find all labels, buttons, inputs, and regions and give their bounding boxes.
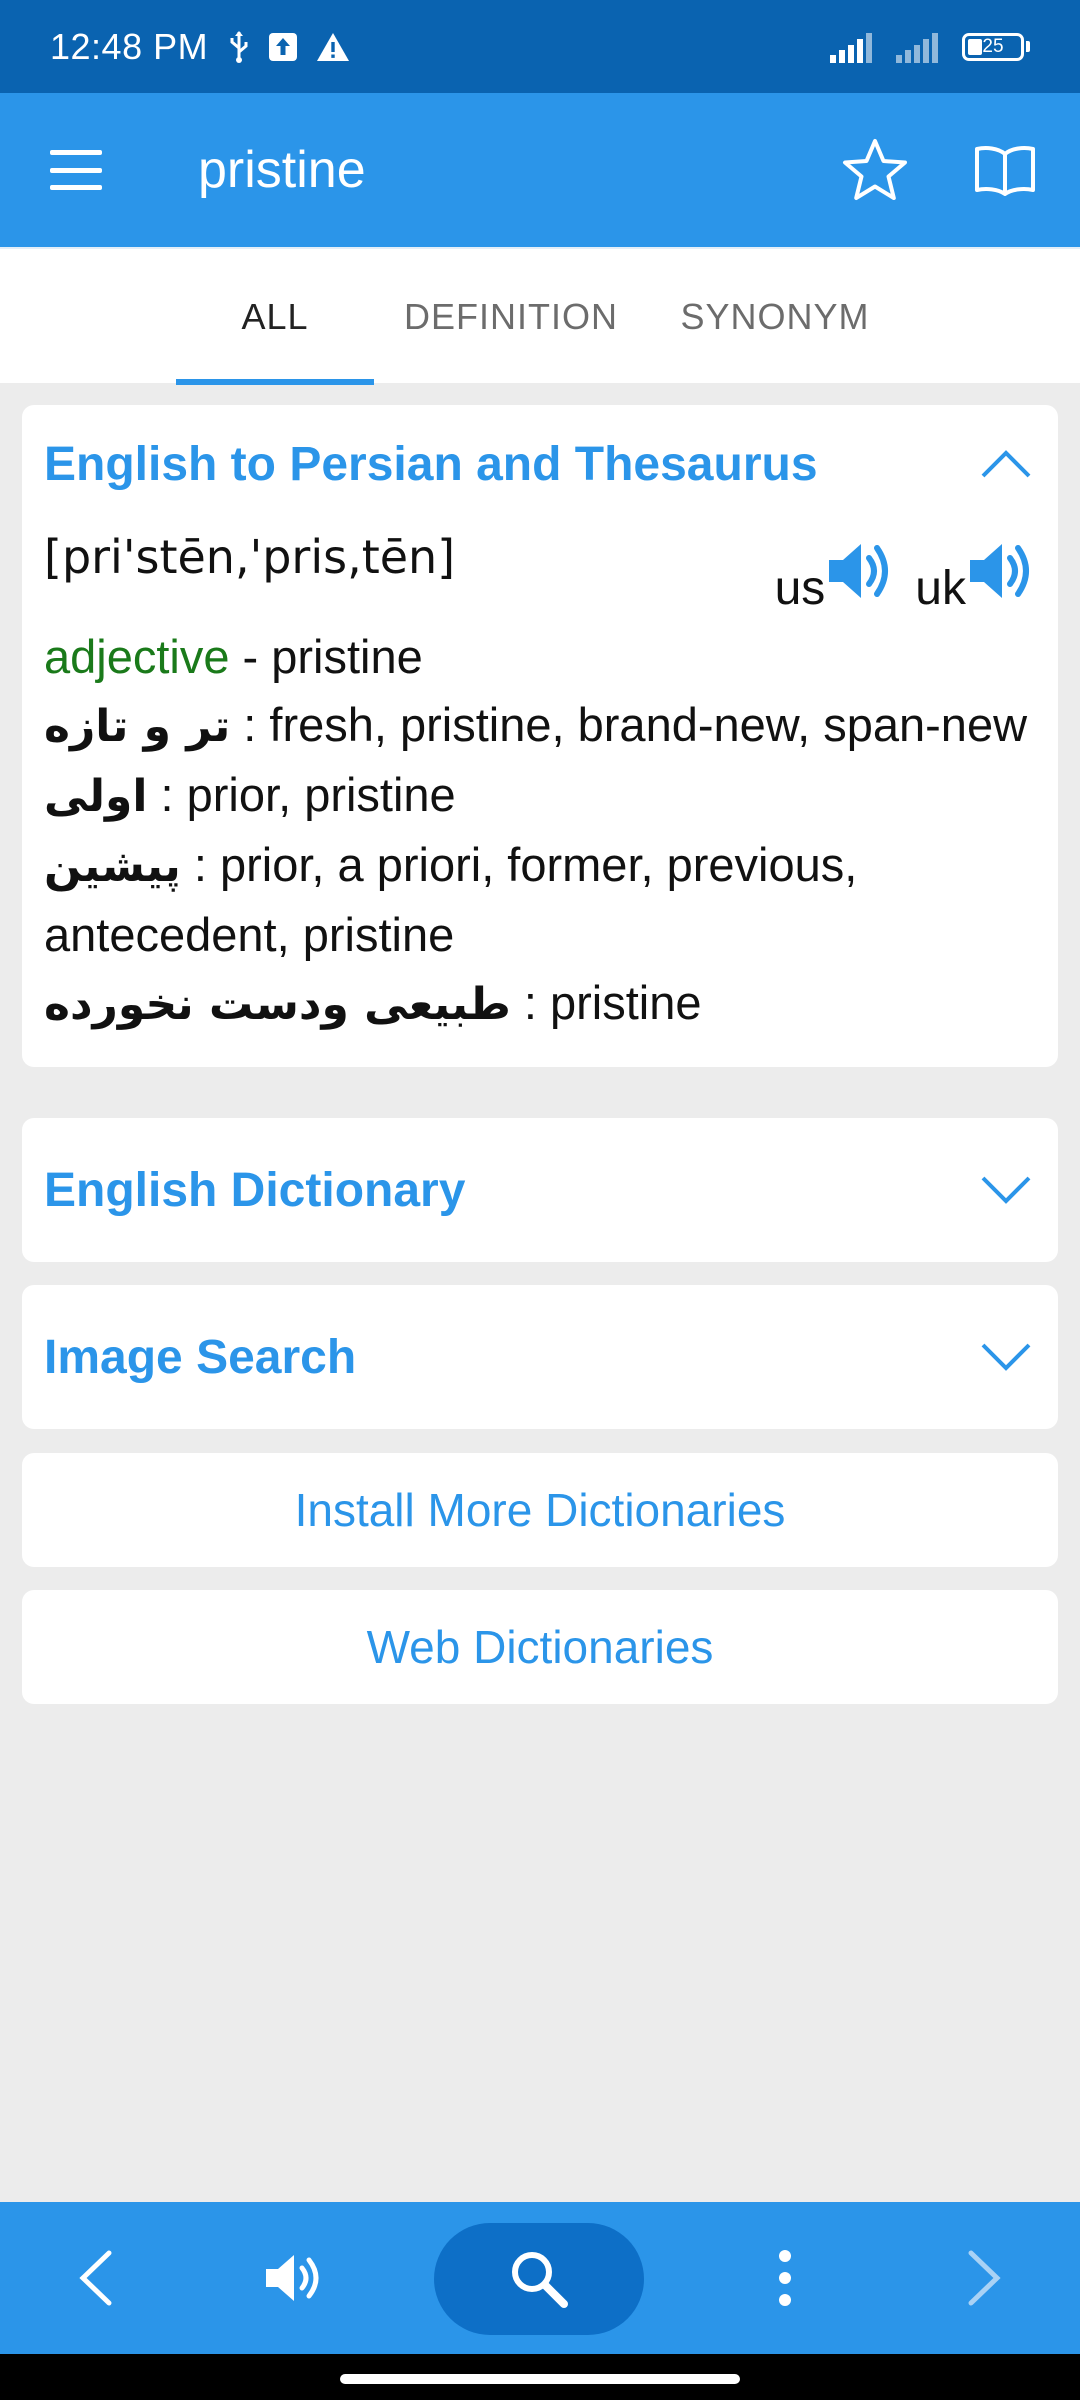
chevron-left-icon[interactable] — [50, 2202, 140, 2354]
search-button[interactable] — [434, 2223, 644, 2335]
part-of-speech: adjective — [44, 630, 230, 683]
pronunciation: [pri'stēn,'pris,tēn] — [44, 530, 456, 584]
audio-label-uk: uk — [915, 562, 966, 615]
translation-line: اولی : prior, pristine — [44, 761, 1036, 831]
english-synonyms: : pristine — [510, 976, 702, 1029]
speaker-icon[interactable] — [245, 2202, 345, 2354]
tab-synonym[interactable]: SYNONYM — [660, 249, 890, 385]
persian-term: طبیعی ودست نخورده — [44, 979, 511, 1030]
menu-icon[interactable] — [50, 150, 102, 190]
more-vert-icon[interactable] — [740, 2202, 830, 2354]
english-synonyms: : fresh, pristine, brand-new, span-new — [230, 698, 1028, 751]
book-icon[interactable] — [970, 135, 1040, 205]
audio-us[interactable]: us — [775, 519, 896, 623]
status-system-icons: 25 — [830, 31, 1030, 63]
bottom-toolbar — [0, 2202, 1080, 2354]
tab-all[interactable]: ALL — [176, 249, 374, 385]
speaker-icon[interactable] — [966, 536, 1036, 606]
headword: - pristine — [229, 630, 423, 683]
usb-icon — [230, 30, 248, 63]
star-icon[interactable] — [840, 135, 910, 205]
tab-indicator — [176, 379, 374, 385]
english-dictionary-header[interactable]: English Dictionary — [22, 1118, 1058, 1262]
chevron-right-icon[interactable] — [940, 2202, 1030, 2354]
chevron-down-icon[interactable] — [976, 1160, 1036, 1220]
persian-thesaurus-card: English to Persian and Thesaurus [pri'st… — [22, 405, 1058, 1067]
english-synonyms: : prior, pristine — [147, 768, 456, 821]
image-search-card: Image Search — [22, 1285, 1058, 1429]
install-more-dictionaries-button[interactable]: Install More Dictionaries — [22, 1453, 1058, 1567]
app-bar: pristine — [0, 93, 1080, 247]
warning-icon — [317, 32, 350, 61]
signal-icon — [830, 32, 872, 63]
english-dictionary-card: English Dictionary — [22, 1118, 1058, 1262]
tab-definition[interactable]: DEFINITION — [396, 249, 626, 385]
image-search-header[interactable]: Image Search — [22, 1285, 1058, 1429]
signal-2-icon — [896, 32, 938, 63]
persian-thesaurus-header[interactable]: English to Persian and Thesaurus — [22, 405, 1058, 523]
audio-uk[interactable]: uk — [915, 519, 1036, 623]
section-title: English Dictionary — [44, 1163, 466, 1217]
chevron-down-icon[interactable] — [976, 1327, 1036, 1387]
web-dictionaries-button[interactable]: Web Dictionaries — [22, 1590, 1058, 1704]
section-title: Image Search — [44, 1330, 357, 1384]
persian-term: پیشین — [44, 841, 181, 892]
search-icon — [512, 2252, 568, 2308]
search-query-title[interactable]: pristine — [198, 140, 366, 200]
dictionary-entry: [pri'stēn,'pris,tēn] us uk adjective - p… — [22, 523, 1058, 1067]
status-time: 12:48 PM — [50, 25, 209, 67]
translation-line: طبیعی ودست نخورده : pristine — [44, 969, 1036, 1039]
audio-label-us: us — [774, 562, 826, 615]
translation-line: تر و تازه : fresh, pristine, brand-new, … — [44, 691, 1036, 761]
status-bar: 12:48 PM 25 — [0, 0, 1080, 93]
section-title: English to Persian and Thesaurus — [44, 437, 818, 491]
part-of-speech-line: adjective - pristine — [44, 623, 1036, 691]
status-notification-icons — [228, 30, 350, 64]
translation-line: پیشین : prior, a priori, former, previou… — [44, 831, 1036, 969]
battery-level: 25 — [982, 35, 1004, 57]
battery-icon: 25 — [962, 32, 1030, 61]
gesture-bar[interactable] — [340, 2374, 740, 2384]
gesture-navigation-area — [0, 2354, 1080, 2400]
persian-term: تر و تازه — [44, 701, 231, 752]
tab-bar: ALL DEFINITION SYNONYM — [0, 247, 1080, 385]
persian-term: اولی — [44, 771, 148, 822]
speaker-icon[interactable] — [825, 536, 895, 606]
upload-icon — [269, 32, 298, 61]
chevron-up-icon[interactable] — [976, 434, 1036, 494]
